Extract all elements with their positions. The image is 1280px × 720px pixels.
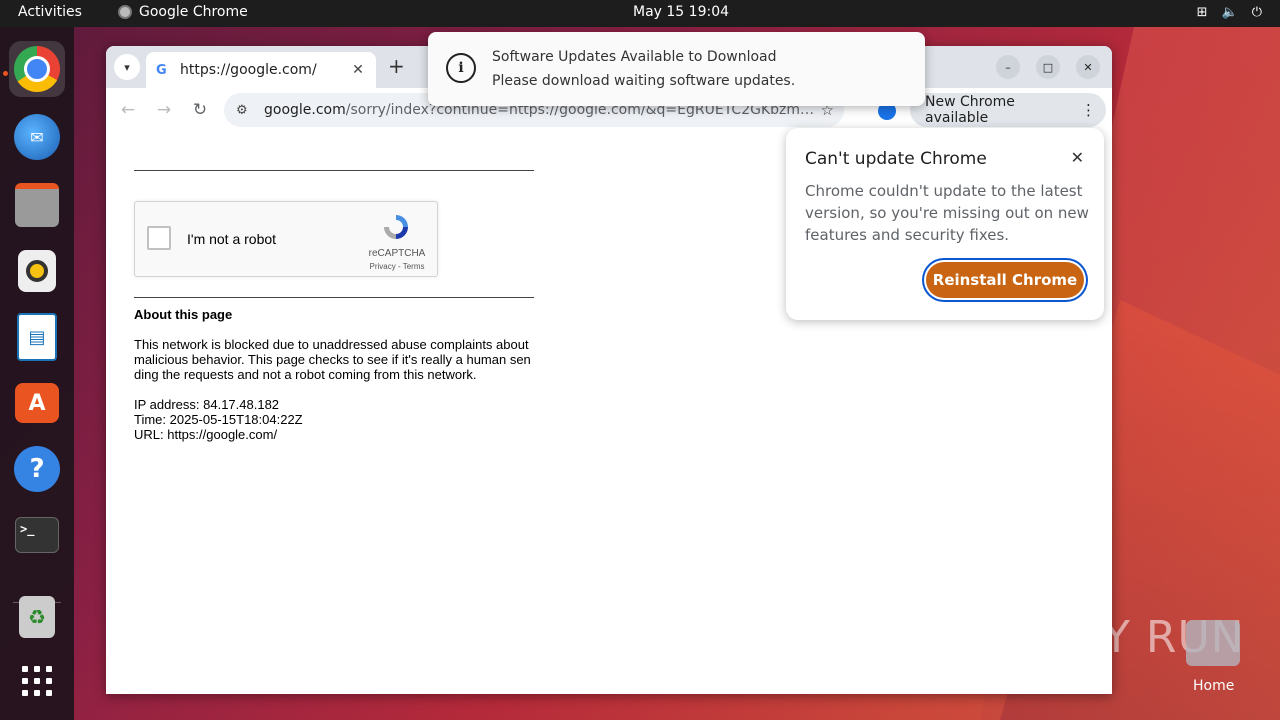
clock[interactable]: May 15 19:04 (633, 4, 729, 20)
ip-address: IP address: 84.17.48.182 (134, 397, 280, 412)
trash-icon: ♻ (19, 596, 55, 638)
app-menu-label: Google Chrome (139, 4, 248, 20)
dock-terminal[interactable]: >_ (9, 507, 65, 563)
about-title: About this page (134, 307, 233, 322)
chevron-down-icon: ▾ (124, 60, 130, 74)
notification[interactable]: i Software Updates Available to Download… (428, 32, 925, 106)
info-icon: i (446, 53, 476, 83)
timestamp: Time: 2025-05-15T18:04:22Z (134, 412, 303, 427)
home-folder-icon[interactable] (1186, 620, 1240, 666)
notification-title: Software Updates Available to Download (492, 49, 777, 65)
dock-trash[interactable]: ♻ (9, 589, 65, 645)
forward-button[interactable]: → (152, 98, 176, 122)
reload-icon: ↻ (192, 100, 208, 120)
home-label[interactable]: Home (1193, 678, 1234, 694)
recaptcha-brand: reCAPTCHA (368, 248, 426, 259)
dock-help[interactable]: ? (9, 441, 65, 497)
address-host: google.com (264, 102, 346, 118)
dock: ✉ ▤ A ? >_ ♻ (0, 27, 74, 720)
reinstall-chrome-button[interactable]: Reinstall Chrome (926, 262, 1084, 298)
recaptcha-label: I'm not a robot (187, 231, 277, 247)
dock-rhythmbox[interactable] (9, 243, 65, 299)
dock-show-apps[interactable] (9, 653, 65, 709)
terminal-icon: >_ (15, 517, 59, 553)
divider (134, 170, 534, 171)
recaptcha-widget: I'm not a robot reCAPTCHA Privacy - Term… (134, 201, 438, 277)
dock-chrome[interactable] (9, 41, 65, 97)
help-icon: ? (14, 446, 60, 492)
dock-thunderbird[interactable]: ✉ (9, 109, 65, 165)
notification-body: Please download waiting software updates… (492, 73, 796, 89)
grid-icon (22, 666, 52, 696)
arrow-left-icon: ← (120, 100, 136, 120)
about-body: This network is blocked due to unaddress… (134, 337, 531, 382)
volume-icon: 🔈 (1221, 5, 1238, 20)
document-icon: ▤ (17, 313, 57, 361)
store-icon: A (15, 383, 59, 423)
system-tray[interactable]: ⊞ 🔈 ⏻ (1197, 5, 1262, 20)
new-tab-button[interactable]: + (388, 54, 405, 78)
thunderbird-icon: ✉ (14, 114, 60, 160)
bubble-title: Can't update Chrome (805, 149, 987, 169)
update-error-bubble: Can't update Chrome ✕ Chrome couldn't up… (786, 128, 1104, 320)
dock-impress[interactable]: ▤ (9, 309, 65, 365)
update-pill-label: New Chrome available (925, 94, 1015, 126)
chrome-icon (14, 46, 60, 92)
bubble-body: Chrome couldn't update to the latest ver… (805, 182, 1089, 244)
arrow-right-icon: → (156, 100, 172, 120)
running-indicator (3, 71, 8, 76)
reload-button[interactable]: ↻ (188, 98, 212, 122)
folder-icon (15, 183, 59, 227)
maximize-button[interactable]: □ (1036, 55, 1060, 79)
speaker-icon (18, 250, 56, 292)
back-button[interactable]: ← (116, 98, 140, 122)
close-icon[interactable]: ✕ (1071, 148, 1084, 167)
recaptcha-checkbox[interactable] (147, 226, 171, 250)
minimize-button[interactable]: – (996, 55, 1020, 79)
site-info-icon[interactable]: ⚙ (236, 103, 254, 118)
new-chrome-available-button[interactable]: New Chrome available ⋮ (910, 93, 1106, 127)
dock-files[interactable] (9, 177, 65, 233)
google-favicon-icon: G (156, 63, 167, 78)
chrome-icon (118, 5, 132, 19)
tab-search-button[interactable]: ▾ (114, 54, 140, 80)
request-url: URL: https://google.com/ (134, 427, 278, 442)
power-icon: ⏻ (1251, 5, 1262, 20)
app-menu[interactable]: Google Chrome (118, 4, 248, 20)
top-bar: Activities Google Chrome May 15 19:04 ⊞ … (0, 0, 1280, 27)
kebab-menu-icon[interactable]: ⋮ (1081, 101, 1096, 119)
tab-active[interactable]: G https://google.com/ ✕ (146, 52, 376, 88)
close-window-button[interactable]: ✕ (1076, 55, 1100, 79)
dock-app-center[interactable]: A (9, 375, 65, 431)
close-icon[interactable]: ✕ (348, 62, 368, 78)
divider (134, 297, 534, 298)
request-info: IP address: 84.17.48.182 Time: 2025-05-1… (134, 397, 303, 442)
network-icon: ⊞ (1196, 5, 1208, 20)
recaptcha-logo-icon (384, 215, 408, 239)
tab-title: https://google.com/ (180, 62, 317, 78)
recaptcha-links[interactable]: Privacy - Terms (365, 262, 429, 271)
activities-button[interactable]: Activities (18, 4, 82, 20)
